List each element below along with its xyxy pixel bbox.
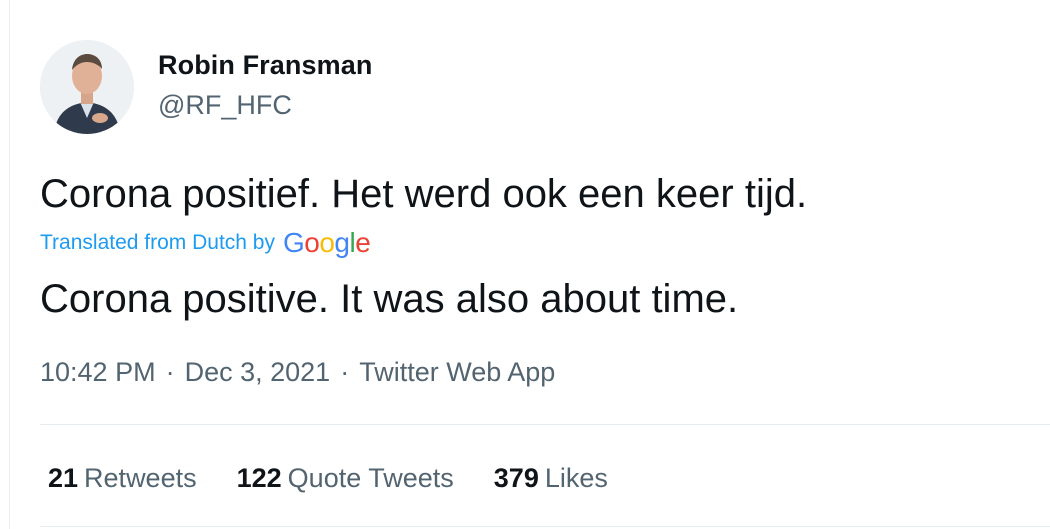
quote-tweets-stat[interactable]: 122 Quote Tweets bbox=[237, 463, 454, 494]
author-name[interactable]: Robin Fransman bbox=[158, 50, 372, 81]
tweet-time[interactable]: 10:42 PM bbox=[40, 357, 156, 387]
likes-label: Likes bbox=[544, 462, 608, 493]
quote-tweets-count: 122 bbox=[236, 462, 282, 493]
google-logo-letter: e bbox=[355, 227, 371, 258]
translation-attribution: Translated from Dutch by Google bbox=[40, 226, 371, 260]
meta-separator: · bbox=[165, 357, 175, 387]
tweet-text-original: Corona positief. Het werd ook een keer t… bbox=[40, 172, 808, 216]
tweet-source[interactable]: Twitter Web App bbox=[359, 357, 555, 387]
avatar[interactable] bbox=[40, 40, 134, 134]
author-handle[interactable]: @RF_HFC bbox=[158, 90, 292, 121]
retweets-label: Retweets bbox=[84, 462, 197, 493]
tweet-date[interactable]: Dec 3, 2021 bbox=[185, 357, 331, 387]
translated-from-link[interactable]: Translated from Dutch by bbox=[40, 231, 275, 255]
google-logo-letter: g bbox=[334, 227, 350, 258]
likes-count: 379 bbox=[493, 462, 539, 493]
retweets-count: 21 bbox=[48, 462, 79, 493]
tweet-card: Robin Fransman @RF_HFC Corona positief. … bbox=[0, 0, 1050, 529]
tweet-stats: 21 Retweets 122 Quote Tweets 379 Likes bbox=[48, 458, 648, 498]
likes-stat[interactable]: 379 Likes bbox=[494, 463, 608, 494]
google-logo-letter: G bbox=[282, 227, 305, 258]
divider-bottom bbox=[40, 526, 1050, 527]
divider-top bbox=[40, 424, 1050, 425]
tweet-meta: 10:42 PM · Dec 3, 2021 · Twitter Web App bbox=[40, 357, 555, 388]
google-logo-letter: o bbox=[319, 227, 335, 258]
google-logo: Google bbox=[282, 227, 371, 259]
google-logo-letter: o bbox=[304, 227, 320, 258]
avatar-portrait bbox=[40, 40, 134, 134]
quote-tweets-label: Quote Tweets bbox=[287, 462, 454, 493]
retweets-stat[interactable]: 21 Retweets bbox=[48, 463, 197, 494]
tweet-text-translated: Corona positive. It was also about time. bbox=[40, 277, 739, 321]
meta-separator: · bbox=[340, 357, 350, 387]
